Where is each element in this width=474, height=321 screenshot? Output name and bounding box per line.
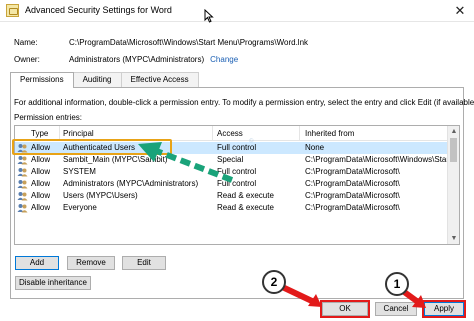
column-divider xyxy=(212,126,213,140)
table-row[interactable]: Allow Everyone Read & execute C:\Program… xyxy=(15,202,447,214)
change-owner-link[interactable]: Change xyxy=(210,55,238,64)
user-group-icon xyxy=(17,156,28,165)
row-type: Allow xyxy=(31,155,51,164)
tab-permissions[interactable]: Permissions xyxy=(10,72,74,88)
column-header-type[interactable]: Type xyxy=(31,129,48,138)
owner-label: Owner: xyxy=(14,55,40,64)
row-access: Read & execute xyxy=(217,203,274,212)
column-divider xyxy=(59,126,60,140)
disable-inheritance-button[interactable]: Disable inheritance xyxy=(15,276,91,290)
row-inherited: C:\ProgramData\Microsoft\ xyxy=(305,203,400,212)
row-access: Read & execute xyxy=(217,191,274,200)
column-header-principal[interactable]: Principal xyxy=(63,129,94,138)
row-type: Allow xyxy=(31,179,51,188)
row-inherited: C:\ProgramData\Microsoft\ xyxy=(305,179,400,188)
table-row[interactable]: Allow Users (MYPC\Users) Read & execute … xyxy=(15,190,447,202)
tab-effective-access[interactable]: Effective Access xyxy=(120,72,199,87)
instructions-text: For additional information, double-click… xyxy=(14,98,474,107)
user-group-icon xyxy=(17,204,28,213)
column-header-access[interactable]: Access xyxy=(217,129,243,138)
user-group-icon xyxy=(17,168,28,177)
user-group-icon xyxy=(17,192,28,201)
permission-entries-label: Permission entries: xyxy=(14,113,83,122)
tab-strip: Permissions Auditing Effective Access xyxy=(10,72,199,88)
owner-value-wrap: Administrators (MYPC\Administrators) Chan… xyxy=(69,55,238,64)
word-icon xyxy=(6,4,19,17)
title-bar: Advanced Security Settings for Word ✕ xyxy=(0,0,474,22)
row-inherited: None xyxy=(305,143,325,152)
remove-button[interactable]: Remove xyxy=(67,256,115,270)
row-principal: SYSTEM xyxy=(63,167,96,176)
row-inherited: C:\ProgramData\Microsoft\ xyxy=(305,167,400,176)
step-2-badge: 2 xyxy=(262,270,286,294)
tab-auditing[interactable]: Auditing xyxy=(72,72,122,87)
scroll-up-icon[interactable]: ▲ xyxy=(448,126,460,137)
annotation-arrow-icon xyxy=(138,142,234,183)
row-inherited: C:\ProgramData\Microsoft\Windows\Start M… xyxy=(305,155,447,164)
row-type: Allow xyxy=(31,167,51,176)
scroll-thumb[interactable] xyxy=(450,138,457,162)
window-title: Advanced Security Settings for Word xyxy=(25,5,172,15)
add-button[interactable]: Add xyxy=(15,256,59,270)
edit-button[interactable]: Edit xyxy=(122,256,166,270)
row-type: Allow xyxy=(31,203,51,212)
list-scrollbar[interactable]: ▲ ▼ xyxy=(447,126,459,244)
column-header-inherited-from[interactable]: Inherited from xyxy=(305,129,354,138)
step-1-badge: 1 xyxy=(385,272,409,296)
close-icon[interactable]: ✕ xyxy=(446,0,474,22)
mouse-cursor-icon xyxy=(204,9,214,23)
row-principal: Users (MYPC\Users) xyxy=(63,191,138,200)
name-label: Name: xyxy=(14,38,38,47)
row-principal: Everyone xyxy=(63,203,97,212)
column-divider xyxy=(299,126,300,140)
user-group-icon xyxy=(17,180,28,189)
row-inherited: C:\ProgramData\Microsoft\ xyxy=(305,191,400,200)
scroll-down-icon[interactable]: ▼ xyxy=(448,233,460,244)
row-type: Allow xyxy=(31,191,51,200)
name-value: C:\ProgramData\Microsoft\Windows\Start M… xyxy=(69,38,309,47)
owner-value: Administrators (MYPC\Administrators) xyxy=(69,55,205,64)
